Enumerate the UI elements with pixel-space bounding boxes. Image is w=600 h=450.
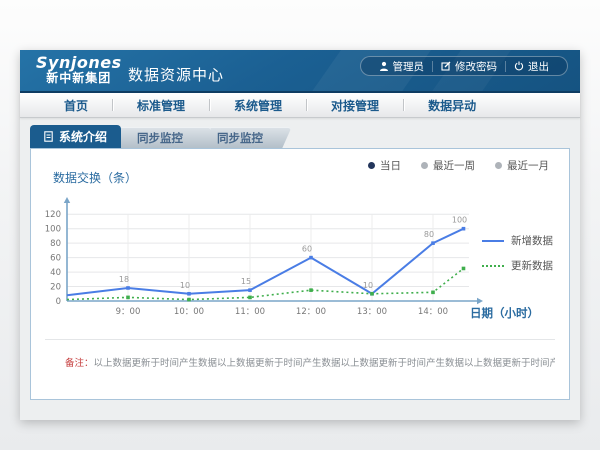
note-prefix: 备注： [65, 358, 94, 369]
user-menu: 管理员 修改密码 退出 [360, 56, 569, 76]
edit-icon [441, 61, 451, 71]
svg-text:100: 100 [452, 216, 467, 225]
svg-text:13：00: 13：00 [357, 307, 387, 317]
svg-text:40: 40 [50, 268, 61, 278]
tab-sync-monitor-1[interactable]: 同步监控 [113, 127, 207, 148]
logout-button[interactable]: 退出 [506, 59, 557, 74]
radio-last-week[interactable]: 最近一周 [421, 158, 475, 173]
svg-text:9：00: 9：00 [116, 307, 141, 317]
radio-selected-icon [368, 162, 375, 169]
solid-line-swatch [482, 240, 504, 242]
time-range-filter: 当日 最近一周 最近一月 [368, 158, 549, 173]
tab-system-introduction[interactable]: 系统介绍 [30, 125, 121, 148]
tab-label: 同步监控 [217, 130, 263, 146]
svg-text:120: 120 [45, 210, 61, 220]
tab-label: 系统介绍 [59, 128, 107, 145]
svg-text:100: 100 [45, 225, 61, 235]
legend-item-new-data[interactable]: 新增数据 [482, 233, 553, 248]
y-axis-title: 数据交换（条） [53, 169, 137, 186]
logo-text: Synjones [36, 54, 122, 72]
radio-label: 最近一周 [433, 158, 475, 173]
radio-last-month[interactable]: 最近一月 [495, 158, 549, 173]
svg-text:0: 0 [56, 297, 61, 307]
note-text: 以上数据更新于时间产生数据以上数据更新于时间产生数据以上数据更新于时间产生数据以… [94, 358, 555, 369]
user-name-label: 管理员 [393, 59, 425, 74]
nav-item-standard-management[interactable]: 标准管理 [113, 97, 209, 114]
radio-unselected-icon [421, 162, 428, 169]
nav-item-integration-management[interactable]: 对接管理 [307, 97, 403, 114]
svg-text:60: 60 [302, 245, 312, 254]
document-icon [44, 131, 53, 142]
legend-label: 更新数据 [511, 258, 553, 273]
radio-label: 最近一月 [507, 158, 549, 173]
legend-item-updated-data[interactable]: 更新数据 [482, 258, 553, 273]
tab-label: 同步监控 [137, 130, 183, 146]
dotted-line-swatch [482, 265, 504, 267]
x-axis-title: 日期（小时） [470, 305, 539, 321]
svg-text:10: 10 [180, 281, 190, 290]
radio-unselected-icon [495, 162, 502, 169]
chart-panel: 当日 最近一周 最近一月 数据交换（条） 0 20 40 60 80 100 120 9：00… [30, 148, 570, 400]
main-nav: 首页 标准管理 系统管理 对接管理 数据异动 [20, 93, 580, 118]
chart-legend: 新增数据 更新数据 [482, 233, 553, 273]
radio-today[interactable]: 当日 [368, 158, 401, 173]
svg-text:80: 80 [424, 230, 434, 239]
app-header: Synjones 新中新集团 数据资源中心 管理员 修改密码 退出 [20, 50, 580, 93]
content-area: 系统介绍 同步监控 同步监控 当日 最近一周 [20, 118, 580, 400]
svg-text:20: 20 [50, 283, 61, 293]
change-password-label: 修改密码 [455, 59, 497, 74]
company-logo: Synjones 新中新集团 [36, 54, 122, 85]
line-chart: 0 20 40 60 80 100 120 9：00 10：00 11：00 12：00 13：00 1… [37, 185, 517, 345]
radio-label: 当日 [380, 158, 401, 173]
svg-text:18: 18 [119, 275, 129, 284]
legend-label: 新增数据 [511, 233, 553, 248]
change-password-button[interactable]: 修改密码 [433, 59, 505, 74]
power-icon [514, 61, 524, 71]
nav-item-data-changes[interactable]: 数据异动 [404, 97, 500, 114]
page-title: 数据资源中心 [128, 64, 224, 85]
user-account-button[interactable]: 管理员 [371, 59, 433, 74]
svg-text:11：00: 11：00 [235, 307, 265, 317]
nav-item-system-management[interactable]: 系统管理 [210, 97, 306, 114]
logout-label: 退出 [528, 59, 549, 74]
svg-text:12：00: 12：00 [296, 307, 326, 317]
logo-subtext: 新中新集团 [36, 72, 122, 85]
svg-text:15: 15 [241, 277, 251, 286]
tab-bar: 系统介绍 同步监控 同步监控 [30, 125, 570, 148]
svg-text:80: 80 [50, 239, 61, 249]
footer-note: 备注：以上数据更新于时间产生数据以上数据更新于时间产生数据以上数据更新于时间产生… [65, 355, 555, 369]
svg-text:10: 10 [363, 281, 373, 290]
user-icon [379, 61, 389, 71]
divider [45, 339, 555, 340]
svg-text:60: 60 [50, 254, 61, 264]
svg-text:10：00: 10：00 [174, 307, 204, 317]
app-window: Synjones 新中新集团 数据资源中心 管理员 修改密码 退出 首页 标准管… [20, 50, 580, 420]
nav-item-home[interactable]: 首页 [40, 97, 112, 114]
svg-text:14：00: 14：00 [418, 307, 448, 317]
